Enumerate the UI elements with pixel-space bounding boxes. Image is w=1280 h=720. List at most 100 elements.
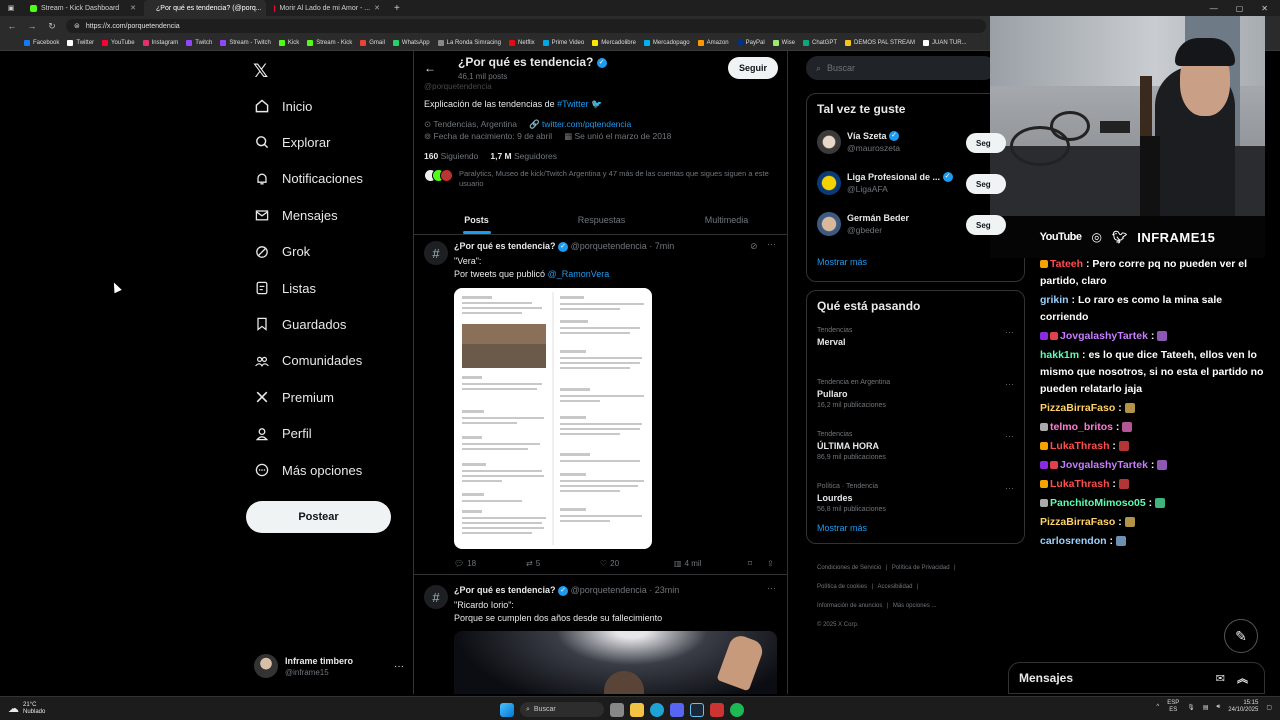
trend-more-icon[interactable]: ···: [1005, 327, 1014, 337]
messages-drawer[interactable]: Mensajes ✉ ︽: [1008, 662, 1265, 694]
footer-link[interactable]: Política de Privacidad: [892, 565, 950, 571]
file-explorer-icon[interactable]: [630, 702, 644, 717]
tray-chevron-icon[interactable]: ^: [1156, 704, 1159, 710]
bookmark-item[interactable]: Kick: [278, 40, 299, 46]
search-input[interactable]: ⌕ Buscar: [806, 56, 996, 80]
follow-button[interactable]: Seg: [966, 215, 1006, 235]
bookmark-item[interactable]: Amazon: [697, 40, 729, 46]
compose-button[interactable]: ✎: [1224, 619, 1258, 653]
tweet-more-icon[interactable]: ···: [767, 583, 776, 593]
bookmark-item[interactable]: Twitch: [186, 40, 212, 46]
tweet-time[interactable]: 7min: [655, 241, 675, 251]
edge-icon[interactable]: [650, 702, 664, 717]
tab-media[interactable]: Multimedia: [664, 205, 787, 234]
chat-username[interactable]: Tateeh: [1050, 258, 1083, 270]
close-tab-icon[interactable]: ✕: [130, 4, 136, 12]
network-icon[interactable]: ▤: [1203, 704, 1209, 711]
language-indicator[interactable]: ESP ES: [1167, 700, 1179, 714]
weather-widget[interactable]: ☁ 21°C Nublado: [0, 702, 45, 716]
bookmark-item[interactable]: WhatsApp: [392, 40, 430, 46]
share-button[interactable]: ⇪: [767, 559, 774, 568]
followers-link[interactable]: 1,7 M Seguidores: [490, 151, 557, 161]
browser-menu-icon[interactable]: ▣: [0, 4, 22, 12]
app-icon[interactable]: [710, 702, 724, 717]
trend-more-icon[interactable]: ···: [1005, 483, 1014, 493]
tweet-image-photo[interactable]: [454, 631, 777, 694]
nav-item-bell[interactable]: Notificaciones: [254, 171, 363, 187]
mic-icon[interactable]: 🎙︎: [1187, 704, 1195, 711]
retweet-button[interactable]: ⇄ 5: [526, 559, 540, 568]
trend-item[interactable]: Tendencias ÚLTIMA HORA 86,9 mil publicacio…: [817, 431, 1017, 461]
follow-button[interactable]: Seg: [966, 133, 1006, 153]
show-more-link[interactable]: Mostrar más: [817, 523, 867, 533]
chat-username[interactable]: JovgalashyTartek: [1060, 330, 1148, 342]
back-icon[interactable]: ←: [6, 21, 18, 31]
steam-icon[interactable]: [690, 702, 704, 717]
show-more-link[interactable]: Mostrar más: [817, 257, 867, 267]
account-switcher[interactable]: Inframe timbero @inframe15 ···: [254, 652, 404, 680]
nav-item-premium[interactable]: Premium: [254, 389, 334, 405]
following-link[interactable]: 160 Siguiendo: [424, 151, 478, 161]
notification-icon[interactable]: ▢: [1266, 704, 1272, 711]
views-button[interactable]: ▥ 4 mil: [674, 559, 701, 568]
bookmark-item[interactable]: Mercadolibre: [592, 40, 636, 46]
chat-username[interactable]: PizzaBirraFaso: [1040, 402, 1115, 414]
bookmark-item[interactable]: DEMOS PAL STREAM: [845, 40, 915, 46]
trend-item[interactable]: Tendencias Merval: [817, 327, 1017, 347]
trend-more-icon[interactable]: ···: [1005, 379, 1014, 389]
bookmark-item[interactable]: Stream - Kick: [307, 40, 352, 46]
footer-link[interactable]: Información de anuncios: [817, 603, 882, 609]
volume-icon[interactable]: 🔊︎: [1217, 704, 1221, 711]
suggested-account[interactable]: Germán Beder @gbeder: [817, 212, 909, 236]
back-button[interactable]: ←: [424, 61, 436, 75]
bookmark-item[interactable]: ChatGPT: [803, 40, 837, 46]
tweet-more-icon[interactable]: ···: [767, 239, 776, 249]
bookmark-item[interactable]: Prime Video: [542, 40, 584, 46]
bookmark-item[interactable]: La Ronda Simracing: [437, 40, 501, 46]
new-tab-icon[interactable]: +: [388, 3, 406, 14]
tweet-image-screenshot[interactable]: [454, 288, 652, 549]
more-icon[interactable]: ···: [394, 661, 404, 672]
forward-icon[interactable]: →: [26, 21, 38, 31]
chat-username[interactable]: hakk1m: [1040, 349, 1079, 361]
nav-item-explore[interactable]: Explorar: [254, 134, 330, 150]
browser-tab[interactable]: Morir Al Lado de mi Amor - ... ✕: [266, 0, 388, 16]
browser-tab-active[interactable]: ¿Por qué es tendencia? (@porq...✕: [144, 0, 266, 16]
grok-icon[interactable]: ⊘: [750, 241, 758, 252]
new-message-icon[interactable]: ✉: [1216, 672, 1225, 685]
chat-username[interactable]: grikin: [1040, 294, 1069, 306]
bio-hashtag-link[interactable]: #Twitter: [557, 99, 589, 109]
tweet-author[interactable]: ¿Por qué es tendencia?: [454, 241, 556, 251]
chat-username[interactable]: JovgalashyTartek: [1060, 459, 1148, 471]
tab-replies[interactable]: Respuestas: [539, 205, 664, 234]
windows-start-icon[interactable]: [500, 702, 514, 717]
chat-username[interactable]: telmo_britos: [1050, 421, 1113, 433]
chat-username[interactable]: carlosrendon: [1040, 535, 1107, 547]
spotify-icon[interactable]: [730, 702, 744, 717]
bookmark-item[interactable]: Wise: [772, 40, 795, 46]
browser-tab[interactable]: Stream - Kick Dashboard ✕: [22, 0, 144, 16]
chat-username[interactable]: LukaThrash: [1050, 478, 1110, 490]
nav-item-grok[interactable]: Grok: [254, 244, 310, 260]
tweet[interactable]: # ¿Por qué es tendencia? ✓ @porquetenden…: [414, 579, 787, 694]
task-view-icon[interactable]: [610, 702, 624, 717]
bookmark-item[interactable]: PayPal: [736, 40, 765, 46]
footer-link[interactable]: Accesibilidad: [878, 584, 913, 590]
nav-item-communities[interactable]: Comunidades: [254, 353, 362, 369]
clock[interactable]: 15:15 24/10/2025: [1228, 700, 1258, 714]
footer-link[interactable]: Política de cookies: [817, 584, 867, 590]
site-info-icon[interactable]: ⊜: [74, 22, 80, 30]
reload-icon[interactable]: ↻: [46, 21, 58, 32]
footer-link[interactable]: Más opciones ...: [893, 603, 937, 609]
bookmark-item[interactable]: Gmail: [360, 40, 385, 46]
follow-button[interactable]: Seguir: [728, 57, 778, 79]
website-link[interactable]: twitter.com/pqtendencia: [542, 119, 631, 129]
minimize-icon[interactable]: —: [1210, 4, 1218, 13]
bookmark-item[interactable]: Mercadopago: [643, 40, 690, 46]
bookmark-item[interactable]: Instagram: [142, 40, 178, 46]
nav-item-home[interactable]: Inicio: [254, 98, 312, 114]
nav-item-bookmark[interactable]: Guardados: [254, 316, 346, 332]
nav-item-mail[interactable]: Mensajes: [254, 207, 338, 223]
like-button[interactable]: ♡ 20: [600, 559, 619, 568]
tweet-time[interactable]: 23min: [655, 585, 680, 595]
